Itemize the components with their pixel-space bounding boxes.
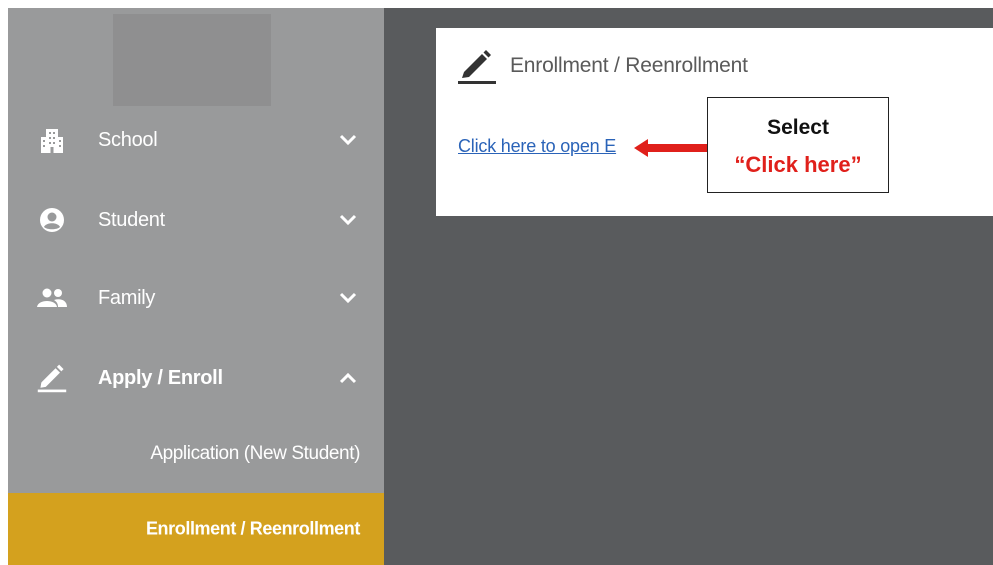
- sidebar-subitem-enrollment[interactable]: Enrollment / Reenrollment: [8, 493, 384, 565]
- sidebar-item-label: School: [98, 128, 158, 151]
- people-icon: [36, 282, 68, 314]
- main-content: Enrollment / Reenrollment Click here to …: [384, 8, 993, 565]
- callout-instruction: Select: [767, 116, 829, 139]
- sidebar: School Student Family Apply / Enroll App…: [8, 8, 384, 565]
- chevron-down-icon: [339, 134, 357, 146]
- sidebar-item-apply-enroll[interactable]: Apply / Enroll: [8, 348, 384, 408]
- annotation-arrow-icon: [634, 139, 710, 157]
- card-title: Enrollment / Reenrollment: [510, 54, 748, 77]
- pencil-icon: [36, 362, 68, 394]
- sidebar-item-student[interactable]: Student: [8, 190, 384, 250]
- sidebar-item-family[interactable]: Family: [8, 268, 384, 328]
- callout-target: “Click here”: [734, 152, 862, 177]
- sidebar-subitem-label: Application (New Student): [150, 443, 360, 464]
- sidebar-item-label: Student: [98, 208, 165, 231]
- account-circle-icon: [36, 204, 68, 236]
- sidebar-item-label: Apply / Enroll: [98, 366, 223, 389]
- sidebar-item-school[interactable]: School: [8, 110, 384, 170]
- annotation-callout: Select “Click here”: [707, 97, 889, 193]
- logo-placeholder: [113, 14, 271, 106]
- sidebar-subitem-application[interactable]: Application (New Student): [8, 425, 384, 483]
- chevron-down-icon: [339, 292, 357, 304]
- sidebar-item-label: Family: [98, 286, 156, 309]
- chevron-up-icon: [339, 372, 357, 384]
- app-frame: School Student Family Apply / Enroll App…: [0, 0, 993, 565]
- building-icon: [36, 124, 68, 156]
- pencil-icon: [458, 50, 496, 84]
- chevron-down-icon: [339, 214, 357, 226]
- sidebar-subitem-label: Enrollment / Reenrollment: [145, 518, 360, 539]
- open-enrollment-link[interactable]: Click here to open E: [458, 136, 616, 157]
